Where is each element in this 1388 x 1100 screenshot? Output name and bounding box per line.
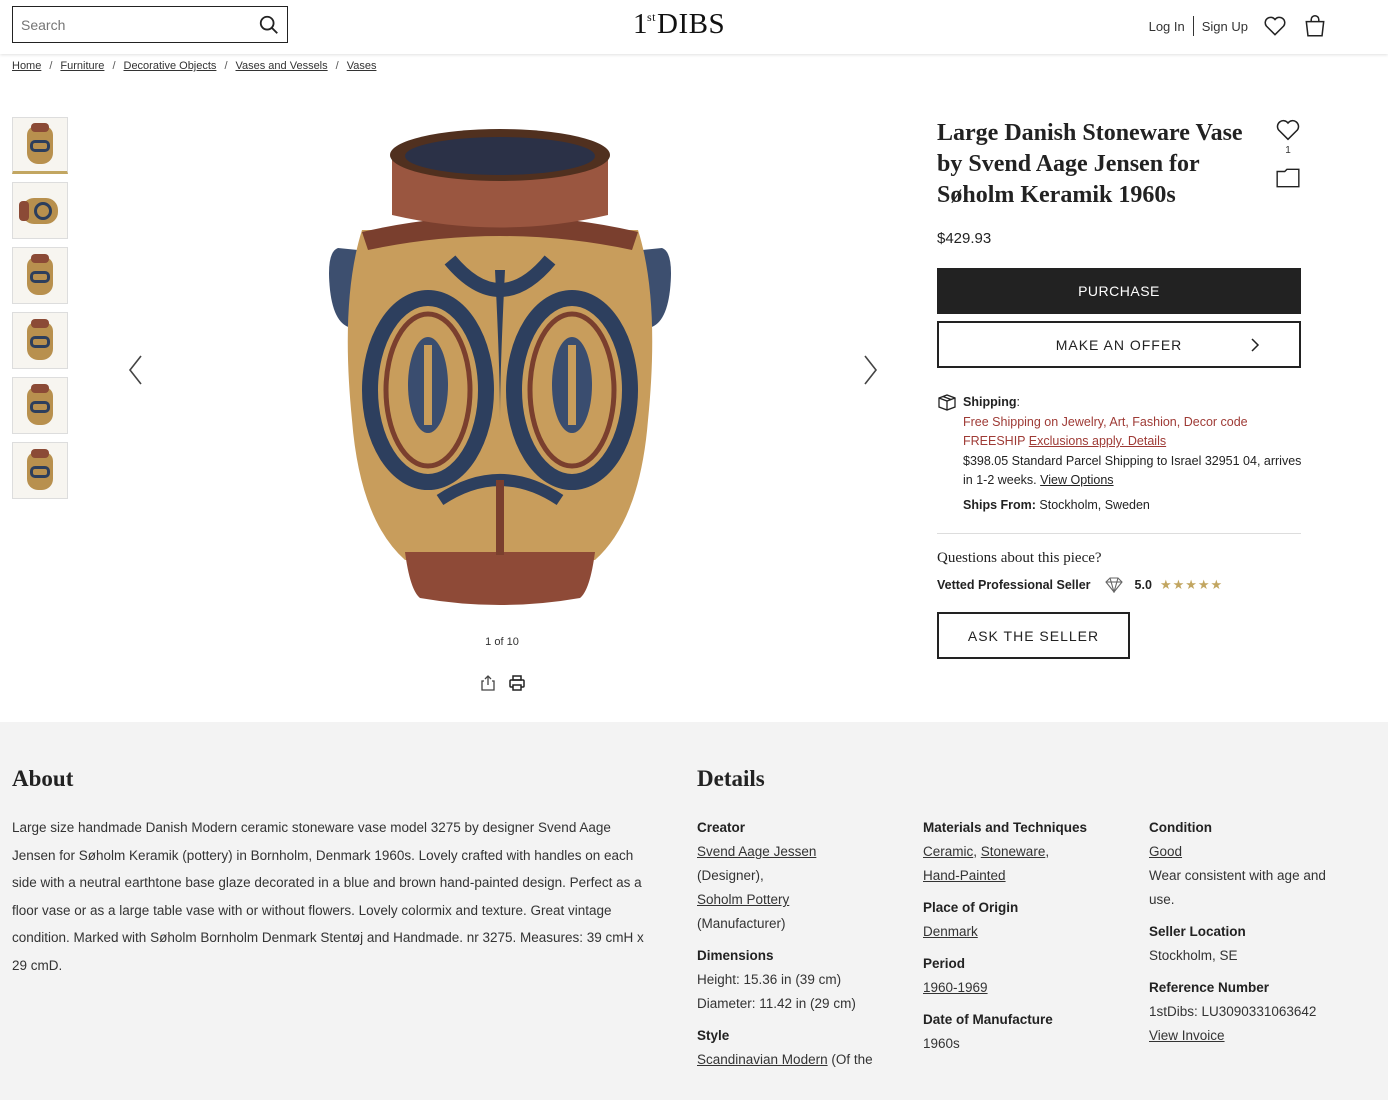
- ask-seller-button[interactable]: ASK THE SELLER: [937, 612, 1130, 659]
- cart-icon[interactable]: [1302, 13, 1328, 39]
- vase-thumbnail-image: [27, 448, 53, 490]
- details-heading: Details: [697, 766, 765, 791]
- view-options-link[interactable]: View Options: [1040, 473, 1113, 487]
- purchase-button[interactable]: PURCHASE: [937, 268, 1301, 314]
- seller-location-value: Stockholm, SE: [1149, 948, 1238, 963]
- manufacturer-role: (Manufacturer): [697, 916, 786, 931]
- breadcrumb: Home / Furniture / Decorative Objects / Vases …: [12, 60, 377, 72]
- chevron-right-icon: [1251, 338, 1260, 352]
- date-of-manufacture-label: Date of Manufacture: [923, 1012, 1053, 1027]
- material-hand-painted-link[interactable]: Hand-Painted: [923, 868, 1006, 883]
- materials-label: Materials and Techniques: [923, 820, 1088, 835]
- breadcrumb-decorative-objects[interactable]: Decorative Objects: [124, 60, 217, 72]
- exclusions-link[interactable]: Exclusions apply. Details: [1029, 434, 1166, 448]
- product-info-section: About Large size handmade Danish Modern …: [0, 722, 1388, 1100]
- print-icon[interactable]: [508, 674, 526, 692]
- details-column-2: Materials and Techniques Ceramic, Stonew…: [923, 816, 1133, 1064]
- search-icon[interactable]: [258, 14, 280, 36]
- shipping-info: Shipping: Free Shipping on Jewelry, Art,…: [963, 393, 1308, 491]
- period-label: Period: [923, 956, 966, 971]
- details-column-3: Condition Good Wear consistent with age …: [1149, 816, 1359, 1056]
- creator-role: (Designer),: [697, 868, 764, 883]
- thumbnail-list: [12, 117, 68, 507]
- product-title: Large Danish Stoneware Vase by Svend Aag…: [937, 120, 1243, 208]
- login-link[interactable]: Log In: [1149, 19, 1185, 34]
- questions-heading: Questions about this piece?: [937, 550, 1102, 566]
- dimensions-label: Dimensions: [697, 948, 774, 963]
- breadcrumb-furniture[interactable]: Furniture: [60, 60, 104, 72]
- thumbnail-5[interactable]: [12, 377, 68, 434]
- material-ceramic-link[interactable]: Ceramic: [923, 844, 973, 859]
- breadcrumb-vases[interactable]: Vases: [347, 60, 377, 72]
- folder-icon[interactable]: [1275, 166, 1301, 190]
- make-offer-label: MAKE AN OFFER: [1055, 336, 1183, 353]
- material-stoneware-link[interactable]: Stoneware: [981, 844, 1046, 859]
- origin-label: Place of Origin: [923, 900, 1019, 915]
- condition-label: Condition: [1149, 820, 1212, 835]
- site-logo[interactable]: 1stDIBS: [633, 8, 725, 41]
- share-icon[interactable]: [479, 674, 497, 692]
- section-divider: [937, 533, 1301, 534]
- heart-icon[interactable]: [1262, 13, 1288, 39]
- thumbnail-3[interactable]: [12, 247, 68, 304]
- vetted-seller-label: Vetted Professional Seller: [937, 578, 1091, 592]
- thumbnail-1[interactable]: [12, 117, 68, 174]
- manufacturer-link[interactable]: Soholm Pottery: [697, 892, 789, 907]
- make-offer-button[interactable]: MAKE AN OFFER: [937, 321, 1301, 368]
- breadcrumb-vases-and-vessels[interactable]: Vases and Vessels: [236, 60, 328, 72]
- style-suffix: (Of the: [827, 1052, 873, 1067]
- image-counter: 1 of 10: [485, 636, 519, 648]
- search-input[interactable]: [21, 14, 241, 36]
- about-text: Large size handmade Danish Modern cerami…: [12, 820, 644, 973]
- about-heading: About: [12, 766, 74, 791]
- breadcrumb-home[interactable]: Home: [12, 60, 41, 72]
- ships-from: Ships From: Stockholm, Sweden: [963, 498, 1150, 512]
- vase-thumbnail-image: [27, 318, 53, 360]
- date-of-manufacture-value: 1960s: [923, 1036, 960, 1051]
- condition-link[interactable]: Good: [1149, 844, 1182, 859]
- package-icon: [938, 394, 956, 411]
- diamond-icon: [1104, 577, 1123, 593]
- vase-thumbnail-image: [19, 197, 58, 224]
- reference-number-value: 1stDibs: LU3090331063642: [1149, 1004, 1317, 1019]
- signup-link[interactable]: Sign Up: [1202, 19, 1248, 34]
- style-link[interactable]: Scandinavian Modern: [697, 1052, 828, 1067]
- height-value: Height: 15.36 in (39 cm): [697, 972, 842, 987]
- account-nav: Log In Sign Up: [1149, 12, 1328, 40]
- creator-label: Creator: [697, 820, 746, 835]
- period-link[interactable]: 1960-1969: [923, 980, 988, 995]
- standard-shipping: $398.05 Standard Parcel Shipping to Isra…: [963, 453, 1302, 488]
- content-fade: [697, 1068, 1377, 1086]
- rating-stars: ★★★★★: [1159, 577, 1224, 592]
- thumbnail-4[interactable]: [12, 312, 68, 369]
- vase-thumbnail-image: [27, 383, 53, 425]
- diameter-value: Diameter: 11.42 in (29 cm): [697, 996, 856, 1011]
- favorite-count: 1: [1285, 145, 1291, 156]
- reference-number-label: Reference Number: [1149, 980, 1270, 995]
- next-image-arrow[interactable]: [860, 353, 880, 387]
- thumbnail-2[interactable]: [12, 182, 68, 239]
- condition-note: Wear consistent with age and use.: [1149, 868, 1326, 907]
- view-invoice-link[interactable]: View Invoice: [1149, 1028, 1225, 1043]
- site-header: 1stDIBS Log In Sign Up: [0, 0, 1388, 54]
- style-label: Style: [697, 1028, 730, 1043]
- thumbnail-6[interactable]: [12, 442, 68, 499]
- vase-thumbnail-image: [27, 253, 53, 295]
- creator-link[interactable]: Svend Aage Jessen: [697, 844, 816, 859]
- product-main-image[interactable]: [300, 120, 700, 620]
- vase-thumbnail-image: [27, 122, 53, 164]
- shipping-label: Shipping: [963, 395, 1017, 409]
- product-price: $429.93: [937, 230, 992, 247]
- nav-divider: [1192, 16, 1194, 36]
- origin-link[interactable]: Denmark: [923, 924, 978, 939]
- details-column-1: Creator Svend Aage Jessen (Designer), So…: [697, 816, 907, 1080]
- seller-rating: 5.0: [1134, 578, 1152, 592]
- shipping-promo: Free Shipping on Jewelry, Art, Fashion, …: [963, 414, 1248, 449]
- seller-badge: Vetted Professional Seller 5.0 ★★★★★: [937, 577, 1223, 593]
- seller-location-label: Seller Location: [1149, 924, 1246, 939]
- shipping-label-colon: :: [1016, 395, 1020, 409]
- favorite-heart-icon[interactable]: [1274, 116, 1302, 144]
- prev-image-arrow[interactable]: [126, 353, 146, 387]
- search-bar[interactable]: [12, 6, 288, 43]
